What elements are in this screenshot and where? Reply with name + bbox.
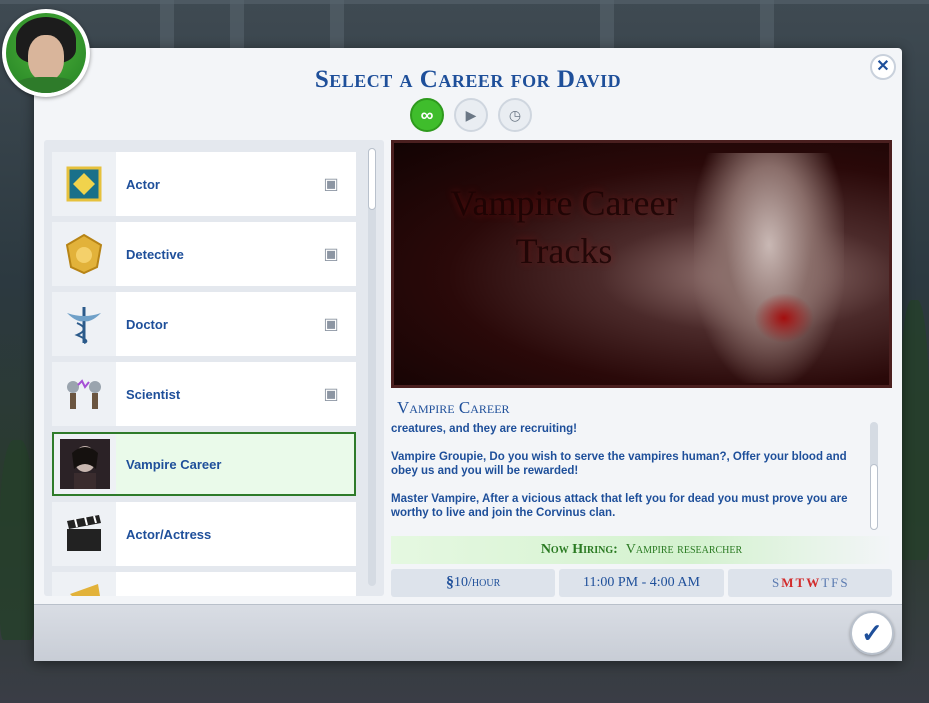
briefcase-play-icon[interactable]: ▶	[454, 98, 488, 132]
briefcase-clock-icon[interactable]: ◷	[498, 98, 532, 132]
dialog-footer: ✓	[34, 604, 902, 661]
briefcase-play-icon: ▣	[323, 176, 339, 193]
career-item-partial[interactable]	[52, 572, 356, 596]
dialog-title: Select a Career for David	[314, 66, 622, 93]
work-hours: 11:00 PM - 4:00 AM	[583, 575, 700, 590]
day-thursday: T	[821, 575, 830, 590]
hiring-position: Vampire researcher	[625, 542, 743, 557]
vampire-face-art	[694, 153, 844, 383]
vampire-portrait-icon	[54, 434, 116, 494]
career-dialog: Select a Career for David ✕ ∞ ▶ ◷ Actor …	[34, 48, 902, 661]
day-tuesday: T	[795, 575, 805, 590]
caduceus-icon	[52, 292, 116, 356]
career-item-actor-actress[interactable]: Actor/Actress	[52, 502, 356, 566]
simoleon-icon: §	[446, 574, 455, 591]
pay-value: 10/hour	[454, 575, 501, 590]
now-hiring-bar: Now Hiring: Vampire researcher	[391, 536, 892, 564]
description-scroll-thumb[interactable]	[870, 464, 878, 530]
tree-shape	[900, 300, 929, 560]
career-item-vampire-career[interactable]: Vampire Career	[52, 432, 356, 496]
clapperboard-icon	[52, 502, 116, 566]
career-list-scroll-thumb[interactable]	[368, 148, 376, 210]
career-item-detective[interactable]: Detective ▣	[52, 222, 356, 286]
hours-cell: 11:00 PM - 4:00 AM	[559, 569, 724, 597]
fence-rail	[0, 0, 929, 4]
description-paragraph: creatures, and they are recruiting!	[391, 423, 577, 435]
career-item-scientist[interactable]: Scientist ▣	[52, 362, 356, 426]
career-label: Actor/Actress	[126, 526, 212, 542]
fence-post	[760, 0, 774, 48]
fence-post	[600, 0, 614, 48]
actor-badge-icon	[52, 152, 116, 216]
fence-post	[330, 0, 344, 48]
career-item-doctor[interactable]: Doctor ▣	[52, 292, 356, 356]
career-list: Actor ▣ Detective ▣ Doctor ▣ Scientist ▣	[44, 140, 384, 596]
tree-shape	[0, 440, 34, 640]
day-wednesday: W	[806, 575, 820, 590]
career-label: Actor	[126, 176, 160, 192]
career-detail: Vampire Career Tracks Vampire Career cre…	[391, 140, 892, 597]
job-info-row: § 10/hour 11:00 PM - 4:00 AM S M T W T F…	[391, 569, 892, 597]
day-friday: F	[831, 575, 839, 590]
career-item-actor[interactable]: Actor ▣	[52, 152, 356, 216]
days-cell: S M T W T F S	[727, 569, 892, 597]
day-saturday: S	[840, 575, 848, 590]
career-description: creatures, and they are recruiting! Vamp…	[391, 422, 861, 530]
sim-face	[28, 35, 64, 81]
blood-art	[754, 293, 814, 343]
career-filters: ∞ ▶ ◷	[410, 98, 532, 132]
fence-post	[230, 0, 244, 48]
day-sunday: S	[772, 575, 780, 590]
briefcase-play-icon: ▣	[323, 316, 339, 333]
day-monday: M	[781, 575, 794, 590]
career-list-scrollbar[interactable]	[368, 148, 376, 586]
career-label: Scientist	[126, 386, 181, 402]
checkmark-icon[interactable]: ✓	[850, 611, 894, 655]
sim-portrait	[6, 13, 86, 93]
detective-badge-icon	[52, 222, 116, 286]
career-hero-image: Vampire Career Tracks	[391, 140, 892, 388]
sim-shirt	[12, 77, 80, 93]
career-label: Vampire Career	[126, 456, 222, 472]
pay-cell: § 10/hour	[391, 569, 556, 597]
infinity-icon[interactable]: ∞	[410, 98, 444, 132]
tesla-coil-icon	[52, 362, 116, 426]
description-paragraph: Vampire Groupie, Do you wish to serve th…	[391, 451, 847, 477]
briefcase-play-icon: ▣	[323, 246, 339, 263]
briefcase-play-icon: ▣	[323, 386, 339, 403]
now-hiring-label: Now Hiring:	[540, 542, 618, 557]
description-paragraph: Master Vampire, After a vicious attack t…	[391, 493, 848, 519]
avatar[interactable]	[2, 9, 90, 97]
career-name: Vampire Career	[397, 398, 510, 417]
career-label: Detective	[126, 246, 184, 262]
hero-title: Vampire Career Tracks	[450, 183, 678, 271]
career-icon	[52, 572, 116, 596]
fence-post	[160, 0, 174, 48]
close-icon[interactable]: ✕	[870, 54, 896, 80]
career-label: Doctor	[126, 316, 168, 332]
description-scrollbar[interactable]	[870, 422, 878, 530]
